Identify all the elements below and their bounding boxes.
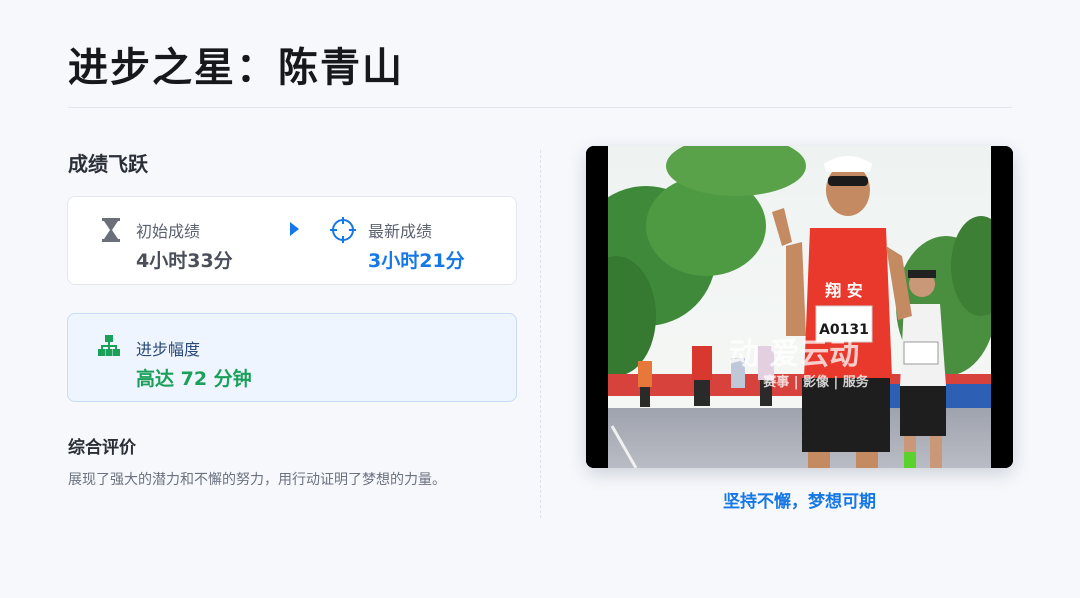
progress-label: 进步幅度 bbox=[136, 340, 201, 359]
runner-photo: A0131 翔 安 动 爱云动 赛事 | 影像 | 服务 bbox=[586, 146, 1013, 468]
score-comparison-card: 初始成绩 4小时33分 最新成绩 3小时21分 bbox=[67, 196, 517, 285]
evaluation-text: 展现了强大的潜力和不懈的努力，用行动证明了梦想的力量。 bbox=[68, 472, 446, 488]
hourglass-icon bbox=[98, 217, 124, 243]
hierarchy-icon bbox=[98, 335, 120, 357]
latest-score-value: 3小时21分 bbox=[368, 250, 465, 272]
bib-number: A0131 bbox=[819, 322, 869, 338]
page-title: 进步之星：陈青山 bbox=[68, 45, 404, 91]
watermark-main: 动 爱云动 bbox=[729, 337, 859, 372]
start-score-value: 4小时33分 bbox=[136, 250, 233, 272]
play-arrow-icon bbox=[290, 222, 299, 236]
watermark-sub: 赛事 | 影像 | 服务 bbox=[762, 374, 870, 390]
achievement-section-title: 成绩飞跃 bbox=[68, 152, 148, 176]
start-score-label: 初始成绩 bbox=[136, 222, 201, 241]
evaluation-title: 综合评价 bbox=[68, 438, 136, 458]
singlet-text: 翔 安 bbox=[824, 281, 863, 300]
target-icon bbox=[330, 217, 356, 243]
progress-value: 高达 72 分钟 bbox=[136, 368, 252, 390]
photo-caption: 坚持不懈，梦想可期 bbox=[723, 492, 876, 512]
title-divider bbox=[68, 107, 1012, 108]
column-divider bbox=[540, 150, 541, 518]
progress-card: 进步幅度 高达 72 分钟 bbox=[67, 313, 517, 402]
latest-score-label: 最新成绩 bbox=[368, 222, 433, 241]
